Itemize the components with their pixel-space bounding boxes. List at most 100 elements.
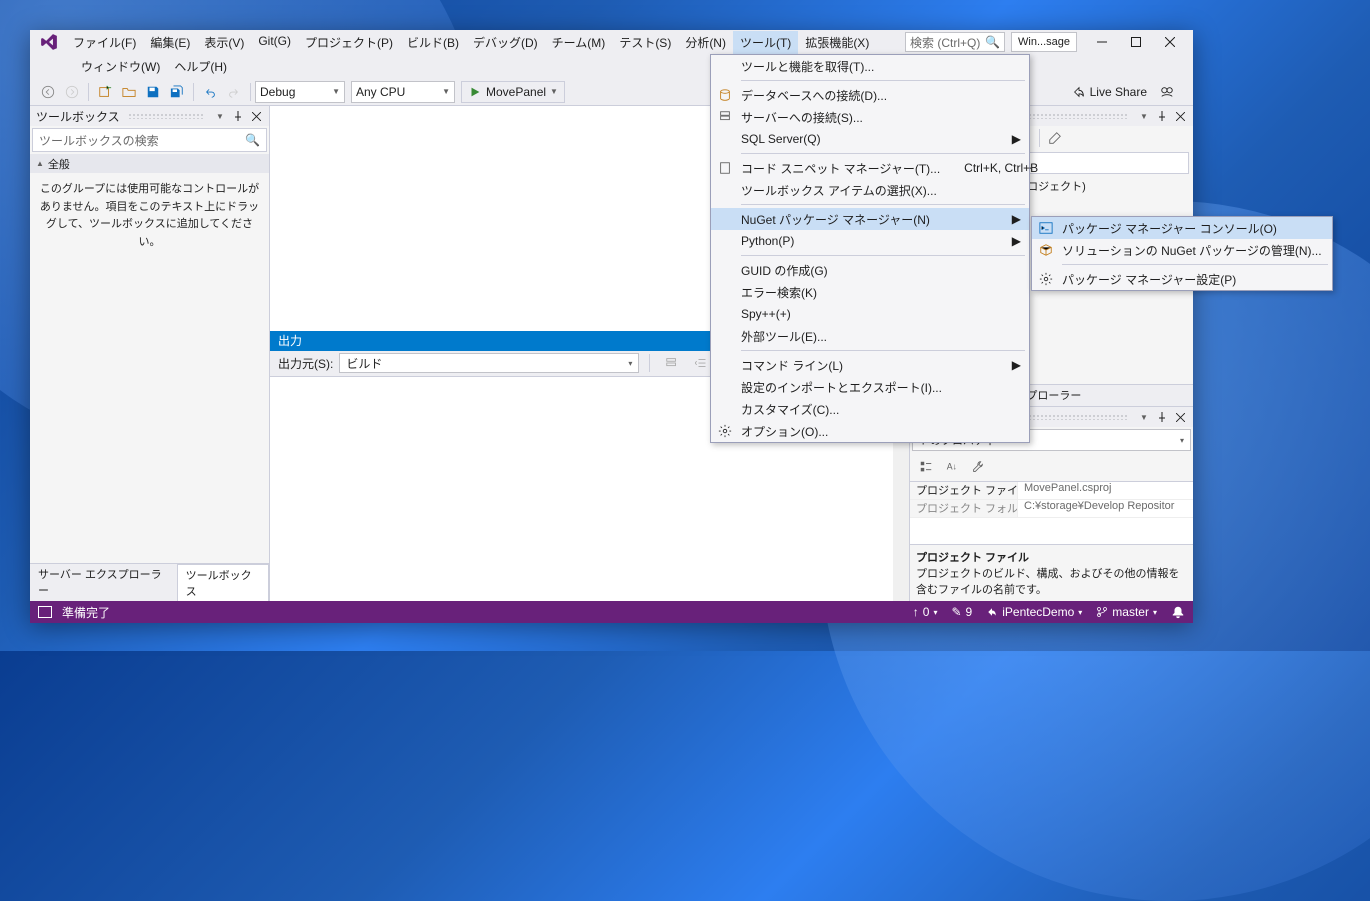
menu-view[interactable]: 表示(V) (197, 31, 251, 54)
chevron-down-icon: ▼ (550, 87, 558, 96)
menu-team[interactable]: チーム(M) (545, 31, 613, 54)
submenu-arrow-icon: ▶ (988, 132, 1021, 146)
close-button[interactable] (1153, 31, 1187, 53)
console-icon (1038, 220, 1054, 236)
open-file-button[interactable] (117, 80, 141, 104)
gear-icon (1038, 271, 1054, 287)
menu-test[interactable]: テスト(S) (612, 31, 678, 54)
output-find-button[interactable] (660, 351, 684, 375)
menuitem-sql-server[interactable]: SQL Server(Q)▶ (711, 128, 1029, 150)
status-repo[interactable]: iPentecDemo ▾ (986, 605, 1082, 619)
menuitem-cmdline[interactable]: コマンド ライン(L)▶ (711, 354, 1029, 376)
toolbox-pane: ツールボックス ▼ ツールボックスの検索🔍 ▲ 全般 このグループには使用可能な… (30, 106, 270, 601)
prop-row[interactable]: プロジェクト フォルダーC:¥storage¥Develop Repositor (910, 500, 1193, 518)
status-window-icon[interactable] (38, 606, 52, 618)
menuitem-error-lookup[interactable]: エラー検索(K) (711, 281, 1029, 303)
menuitem-spy[interactable]: Spy++(+) (711, 303, 1029, 325)
menuitem-python[interactable]: Python(P)▶ (711, 230, 1029, 252)
gear-icon (717, 423, 733, 439)
prop-alpha-button[interactable]: A↓ (940, 455, 964, 479)
menu-file[interactable]: ファイル(F) (66, 31, 143, 54)
menuitem-toolbox-items[interactable]: ツールボックス アイテムの選択(X)... (711, 179, 1029, 201)
menu-build[interactable]: ビルド(B) (400, 31, 466, 54)
menuitem-import-export[interactable]: 設定のインポートとエクスポート(I)... (711, 376, 1029, 398)
status-errors[interactable]: ✎ 9 (951, 605, 972, 619)
output-from-label: 出力元(S): (278, 355, 333, 372)
chevron-down-icon: ▼ (434, 87, 450, 96)
menu-tools[interactable]: ツール(T) (733, 31, 798, 54)
maximize-button[interactable] (1119, 31, 1153, 53)
menuitem-options[interactable]: オプション(O)... (711, 420, 1029, 442)
vs-logo-icon (40, 33, 58, 51)
quick-search-input[interactable]: 検索 (Ctrl+Q)🔍 (905, 32, 1005, 52)
feedback-button[interactable] (1155, 80, 1179, 104)
live-share-button[interactable]: Live Share (1072, 85, 1147, 99)
snippet-icon (717, 160, 733, 176)
menu-window[interactable]: ウィンドウ(W) (74, 55, 167, 78)
status-bell-icon[interactable] (1171, 605, 1185, 619)
menu-git[interactable]: Git(G) (251, 31, 298, 54)
new-project-button[interactable] (93, 80, 117, 104)
undo-button[interactable] (198, 80, 222, 104)
close-icon[interactable] (249, 109, 263, 123)
menu-debug[interactable]: デバッグ(D) (466, 31, 545, 54)
menu-edit[interactable]: 編集(E) (143, 31, 197, 54)
status-branch[interactable]: master ▾ (1096, 605, 1157, 619)
minimize-button[interactable] (1085, 31, 1119, 53)
config-combo[interactable]: Debug▼ (255, 81, 345, 103)
menuitem-db-connect[interactable]: データベースへの接続(D)... (711, 84, 1029, 106)
menuitem-nuget[interactable]: NuGet パッケージ マネージャー(N)▶ (711, 208, 1029, 230)
prop-categorized-button[interactable] (914, 455, 938, 479)
menu-help[interactable]: ヘルプ(H) (167, 55, 234, 78)
tab-server-explorer[interactable]: サーバー エクスプローラー (30, 564, 177, 601)
database-icon (717, 87, 733, 103)
status-publish[interactable]: ↑ 0 ▾ (913, 605, 938, 619)
redo-button[interactable] (222, 80, 246, 104)
nav-fwd-button[interactable] (60, 80, 84, 104)
platform-combo[interactable]: Any CPU▼ (351, 81, 455, 103)
prop-row[interactable]: プロジェクト ファイルMovePanel.csproj (910, 482, 1193, 500)
save-button[interactable] (141, 80, 165, 104)
menuitem-snippet[interactable]: コード スニペット マネージャー(T)...Ctrl+K, Ctrl+B (711, 157, 1029, 179)
search-icon: 🔍 (245, 133, 260, 147)
menuitem-pm-settings[interactable]: パッケージ マネージャー設定(P) (1032, 268, 1332, 290)
menuitem-external[interactable]: 外部ツール(E)... (711, 325, 1029, 347)
properties-toolbar: A↓ (910, 453, 1193, 481)
save-all-button[interactable] (165, 80, 189, 104)
dropdown-icon[interactable]: ▼ (1137, 410, 1151, 424)
start-debug-button[interactable]: MovePanel▼ (461, 81, 565, 103)
server-icon (717, 109, 733, 125)
pin-icon[interactable] (1155, 410, 1169, 424)
close-icon[interactable] (1173, 410, 1187, 424)
menuitem-get-tools[interactable]: ツールと機能を取得(T)... (711, 55, 1029, 77)
menuitem-manage-nuget[interactable]: ソリューションの NuGet パッケージの管理(N)... (1032, 239, 1332, 261)
pin-icon[interactable] (1155, 109, 1169, 123)
menuitem-customize[interactable]: カスタマイズ(C)... (711, 398, 1029, 420)
left-tabstrip: サーバー エクスプローラー ツールボックス (30, 563, 269, 601)
nav-back-button[interactable] (36, 80, 60, 104)
menuitem-server-connect[interactable]: サーバーへの接続(S)... (711, 106, 1029, 128)
chevron-down-icon: ▾ (628, 359, 632, 368)
pin-icon[interactable] (231, 109, 245, 123)
prop-wrench-button[interactable] (966, 455, 990, 479)
dropdown-icon[interactable]: ▼ (213, 109, 227, 123)
menu-analyze[interactable]: 分析(N) (678, 31, 733, 54)
tools-dropdown: ツールと機能を取得(T)... データベースへの接続(D)... サーバーへの接… (710, 54, 1030, 443)
sol-properties-button[interactable] (1044, 126, 1066, 150)
toolbox-group-header[interactable]: ▲ 全般 (30, 154, 269, 173)
toolbox-header: ツールボックス ▼ (30, 106, 269, 126)
nuget-submenu: パッケージ マネージャー コンソール(O) ソリューションの NuGet パッケ… (1031, 216, 1333, 291)
search-icon: 🔍 (985, 35, 1000, 49)
svg-text:A↓: A↓ (947, 462, 957, 472)
preview-tab[interactable]: Win...sage (1011, 32, 1077, 52)
menuitem-guid[interactable]: GUID の作成(G) (711, 259, 1029, 281)
close-icon[interactable] (1173, 109, 1187, 123)
menu-extensions[interactable]: 拡張機能(X) (798, 31, 876, 54)
tab-toolbox[interactable]: ツールボックス (177, 564, 269, 601)
status-ready: 準備完了 (62, 604, 110, 621)
menuitem-pm-console[interactable]: パッケージ マネージャー コンソール(O) (1032, 217, 1332, 239)
toolbox-search-input[interactable]: ツールボックスの検索🔍 (32, 128, 267, 152)
dropdown-icon[interactable]: ▼ (1137, 109, 1151, 123)
output-source-combo[interactable]: ビルド▾ (339, 353, 639, 373)
menu-project[interactable]: プロジェクト(P) (298, 31, 400, 54)
